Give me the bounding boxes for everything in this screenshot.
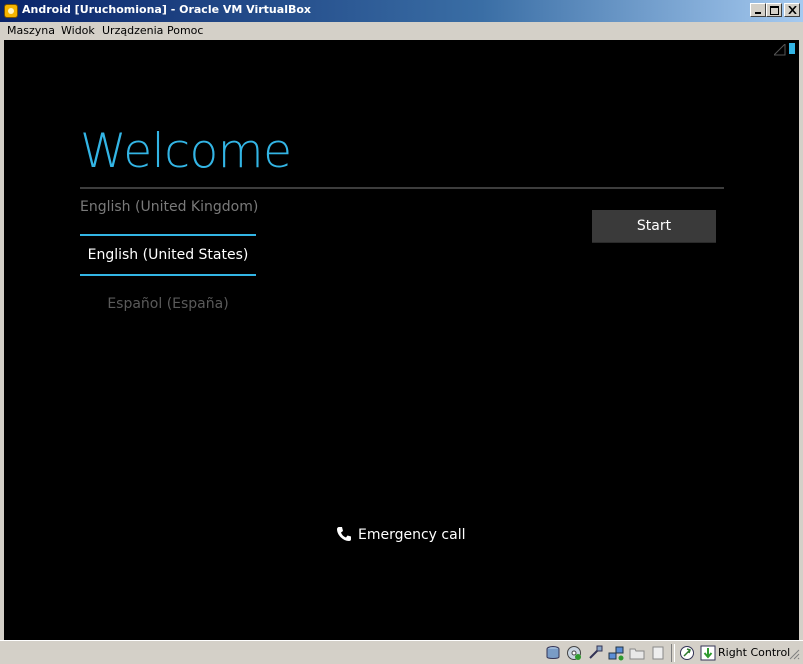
window-titlebar[interactable]: Android [Uruchomiona] - Oracle VM Virtua… — [0, 0, 803, 22]
maximize-button[interactable] — [766, 3, 782, 17]
battery-icon — [789, 43, 795, 54]
emergency-call-button[interactable]: Emergency call — [336, 526, 465, 543]
phone-icon — [337, 527, 351, 541]
keyboard-capture-icon[interactable] — [700, 645, 716, 661]
network-icon[interactable] — [608, 645, 624, 661]
optical-drive-icon[interactable] — [566, 645, 582, 661]
shared-folders-icon[interactable] — [629, 645, 645, 661]
emergency-call-label: Emergency call — [358, 527, 466, 543]
usb-icon[interactable] — [587, 645, 603, 661]
language-option-selected[interactable]: English (United States) — [80, 247, 256, 263]
hard-disk-icon[interactable] — [545, 645, 561, 661]
virtualbox-app-icon[interactable] — [4, 4, 18, 18]
vbox-status-bar: Right Control — [0, 640, 803, 664]
start-button[interactable]: Start — [592, 210, 716, 243]
close-button[interactable] — [784, 3, 800, 17]
menu-urzadzenia[interactable]: Urządzenia — [102, 24, 163, 37]
capture-icon[interactable] — [650, 645, 666, 661]
menu-maszyna[interactable]: Maszyna — [7, 24, 55, 37]
language-option[interactable]: English (United Kingdom) — [80, 199, 258, 215]
selection-line-bottom — [80, 274, 256, 276]
menu-bar: Maszyna Widok Urządzenia Pomoc — [0, 22, 803, 40]
window-title: Android [Uruchomiona] - Oracle VM Virtua… — [22, 3, 311, 16]
signal-icon — [774, 44, 786, 56]
heading-divider — [80, 187, 724, 189]
status-separator — [671, 644, 675, 662]
resize-grip-icon[interactable] — [789, 649, 800, 660]
menu-pomoc[interactable]: Pomoc — [167, 24, 203, 37]
language-option[interactable]: Español (España) — [80, 296, 256, 312]
welcome-heading: Welcome — [80, 124, 292, 179]
android-screen[interactable]: Welcome English (United Kingdom) English… — [4, 40, 799, 640]
selection-line-top — [80, 234, 256, 236]
mouse-integration-icon[interactable] — [679, 645, 695, 661]
close-icon — [788, 6, 797, 14]
minimize-button[interactable] — [750, 3, 766, 17]
host-key-label: Right Control — [718, 646, 791, 659]
menu-widok[interactable]: Widok — [61, 24, 95, 37]
